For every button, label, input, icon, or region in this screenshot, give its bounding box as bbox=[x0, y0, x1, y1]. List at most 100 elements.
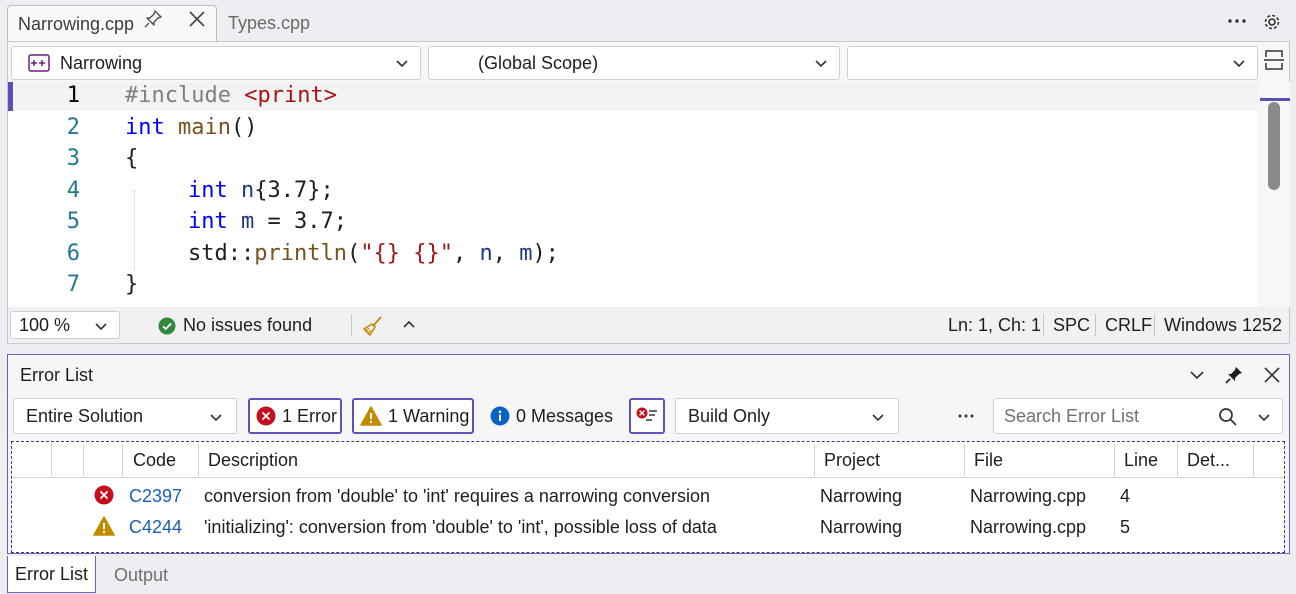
code-punct: = 3.7; bbox=[254, 209, 347, 234]
line-number: 4 bbox=[66, 178, 80, 203]
tab-label: Types.cpp bbox=[228, 13, 311, 33]
column-divider bbox=[814, 444, 815, 476]
cursor-position[interactable]: Ln: 1, Ch: 1 bbox=[948, 315, 1041, 336]
keyword: int bbox=[125, 115, 165, 140]
column-divider bbox=[83, 444, 84, 476]
error-list-panel: Error List Entire Solution 1 Error 1 War… bbox=[7, 354, 1290, 554]
tab-types-cpp[interactable]: Types.cpp bbox=[218, 5, 338, 42]
warnings-toggle-button[interactable]: 1 Warning bbox=[352, 398, 474, 434]
column-divider bbox=[122, 444, 123, 476]
search-error-list-input[interactable]: Search Error List bbox=[993, 398, 1283, 434]
keyword: int bbox=[188, 209, 228, 234]
scope-dropdown[interactable]: (Global Scope) bbox=[428, 46, 840, 80]
gear-icon[interactable] bbox=[1262, 12, 1282, 32]
zoom-dropdown[interactable]: 100 % bbox=[10, 311, 120, 339]
variable: m bbox=[241, 209, 255, 234]
code-punct: ); bbox=[532, 241, 559, 266]
divider bbox=[1043, 314, 1044, 336]
code-area[interactable]: 1 2 3 4 5 6 7 #include <print> int main(… bbox=[8, 82, 1258, 307]
more-icon[interactable] bbox=[956, 407, 976, 425]
messages-toggle-button[interactable]: 0 Messages bbox=[484, 398, 619, 434]
line-number: 5 bbox=[66, 209, 80, 234]
column-header-description[interactable]: Description bbox=[208, 450, 298, 471]
file-encoding[interactable]: Windows 1252 bbox=[1164, 315, 1282, 336]
tab-output[interactable]: Output bbox=[114, 565, 168, 586]
warning-icon bbox=[360, 406, 382, 426]
code-punct: { bbox=[125, 146, 139, 171]
tab-error-list[interactable]: Error List bbox=[7, 556, 96, 593]
issues-indicator[interactable]: No issues found bbox=[158, 315, 312, 336]
column-divider bbox=[964, 444, 965, 476]
chevron-down-icon bbox=[813, 55, 829, 71]
build-filter-dropdown[interactable]: Build Only bbox=[675, 398, 899, 434]
divider bbox=[351, 314, 352, 336]
close-icon[interactable] bbox=[1262, 365, 1282, 385]
pin-icon[interactable] bbox=[1224, 365, 1244, 385]
chevron-down-icon bbox=[394, 55, 410, 71]
code-line: } bbox=[125, 272, 138, 297]
divider bbox=[1095, 314, 1096, 336]
line-number: 1 bbox=[66, 83, 80, 108]
code-punct: } bbox=[125, 272, 139, 297]
column-header-line[interactable]: Line bbox=[1124, 450, 1158, 471]
warnings-count-label: 1 Warning bbox=[388, 405, 470, 426]
split-editor-icon[interactable] bbox=[1263, 48, 1285, 72]
error-description: 'initializing': conversion from 'double'… bbox=[204, 517, 717, 537]
column-header-code[interactable]: Code bbox=[133, 450, 176, 471]
table-row[interactable]: C2397 conversion from 'double' to 'int' … bbox=[12, 480, 1284, 511]
chevron-down-icon bbox=[870, 409, 886, 425]
error-code-link[interactable]: C2397 bbox=[129, 486, 182, 507]
error-code-link[interactable]: C4244 bbox=[129, 517, 182, 538]
chevron-up-icon[interactable] bbox=[401, 317, 417, 333]
editor-status-bar: 100 % No issues found Ln: 1, Ch: 1 SPC C… bbox=[8, 307, 1289, 343]
errors-toggle-button[interactable]: 1 Error bbox=[248, 398, 342, 434]
code-editor: Narrowing (Global Scope) 1 2 3 4 5 6 7 #… bbox=[7, 41, 1290, 344]
close-icon[interactable] bbox=[186, 8, 208, 30]
line-ending[interactable]: CRLF bbox=[1105, 315, 1152, 336]
project-name: Narrowing bbox=[60, 52, 143, 73]
column-divider bbox=[51, 444, 52, 476]
variable: m bbox=[519, 241, 533, 266]
function-name: main bbox=[178, 115, 231, 140]
info-icon bbox=[490, 406, 510, 426]
chevron-down-icon[interactable] bbox=[1188, 366, 1206, 384]
chevron-down-icon bbox=[93, 318, 109, 334]
line-number: 6 bbox=[66, 241, 80, 266]
filter-button[interactable] bbox=[629, 398, 665, 434]
scrollbar-thumb[interactable] bbox=[1268, 102, 1280, 190]
column-header-file[interactable]: File bbox=[974, 450, 1003, 471]
whitespace-mode[interactable]: SPC bbox=[1053, 315, 1090, 336]
column-divider bbox=[1253, 444, 1254, 476]
column-header-project[interactable]: Project bbox=[824, 450, 880, 471]
code-punct: :: bbox=[227, 241, 255, 266]
pin-icon[interactable] bbox=[142, 8, 164, 30]
error-file: Narrowing.cpp bbox=[970, 517, 1087, 537]
header-divider bbox=[12, 477, 1284, 478]
search-placeholder: Search Error List bbox=[1004, 405, 1140, 426]
project-dropdown[interactable]: Narrowing bbox=[11, 46, 421, 80]
zoom-level: 100 % bbox=[19, 314, 71, 335]
column-divider bbox=[1114, 444, 1115, 476]
broom-icon[interactable] bbox=[362, 315, 384, 337]
more-icon[interactable] bbox=[1226, 10, 1248, 32]
issues-text: No issues found bbox=[183, 315, 313, 335]
table-row[interactable]: C4244 'initializing': conversion from 'd… bbox=[12, 511, 1284, 542]
member-dropdown[interactable] bbox=[847, 46, 1258, 80]
build-filter-value: Build Only bbox=[688, 405, 771, 426]
scope-name: (Global Scope) bbox=[478, 52, 599, 73]
scroll-position-marker bbox=[1260, 98, 1290, 101]
variable: n bbox=[479, 241, 493, 266]
scope-filter-dropdown[interactable]: Entire Solution bbox=[13, 398, 237, 434]
chevron-down-icon bbox=[1231, 55, 1247, 71]
column-header-details[interactable]: Det... bbox=[1187, 450, 1230, 471]
code-punct: () bbox=[230, 115, 258, 140]
vertical-scrollbar[interactable] bbox=[1260, 82, 1290, 307]
warning-icon bbox=[93, 516, 115, 536]
search-icon[interactable] bbox=[1218, 407, 1238, 427]
code-line: int n{3.7}; bbox=[188, 178, 334, 203]
variable: n bbox=[241, 178, 255, 203]
chevron-down-icon[interactable] bbox=[1256, 409, 1272, 425]
current-line-marker bbox=[8, 82, 13, 111]
tool-window-tabs: Error List Output bbox=[0, 556, 1296, 594]
error-description: conversion from 'double' to 'int' requir… bbox=[204, 486, 711, 506]
